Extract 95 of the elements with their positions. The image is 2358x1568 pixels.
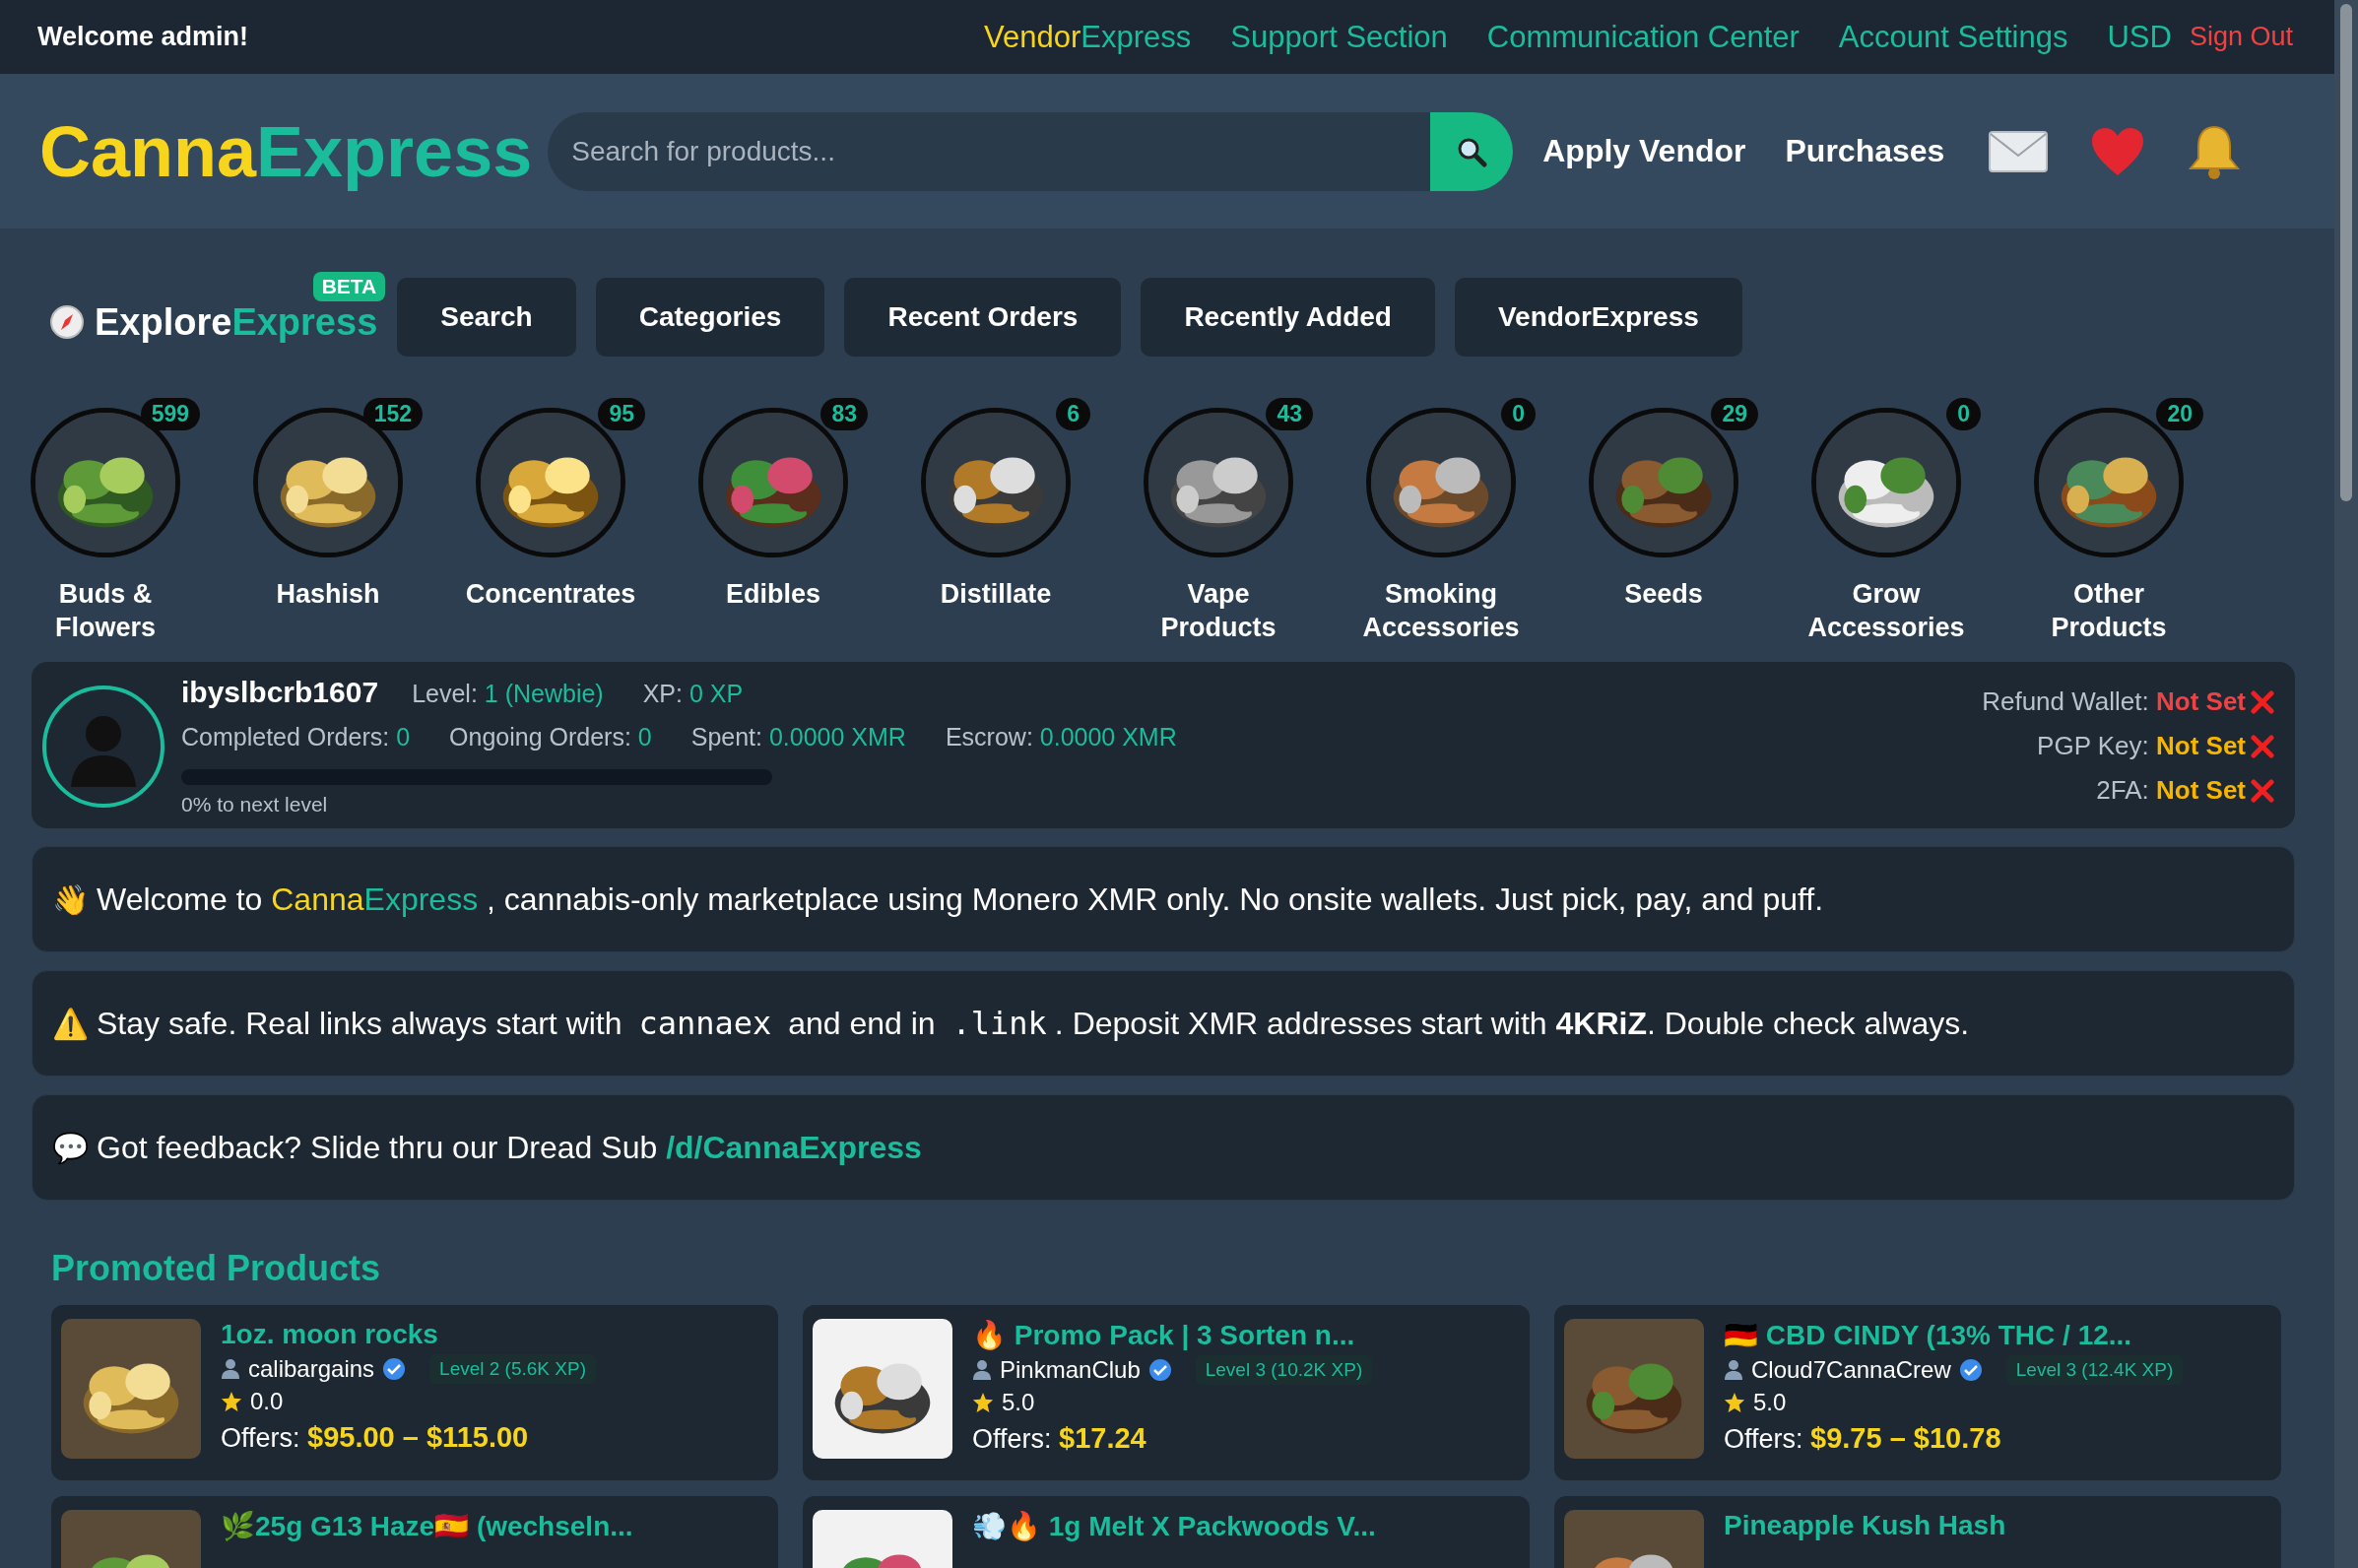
user-icon: [1724, 1359, 1743, 1381]
category-label[interactable]: Seeds: [1624, 577, 1703, 611]
security-status: 2FA: Not Set: [2096, 775, 2246, 806]
vendor-name[interactable]: calibargains: [248, 1355, 375, 1383]
profile-stat: Ongoing Orders: 0: [449, 723, 652, 751]
explore-button[interactable]: Categories: [595, 278, 825, 357]
category-label[interactable]: Buds & Flowers: [55, 577, 156, 644]
security-status: PGP Key: Not Set: [2037, 731, 2246, 761]
star-icon: [972, 1392, 994, 1413]
product-card[interactable]: 🇩🇪 CBD CINDY (13% THC / 12... Cloud7CannaCrew Level 3 (12.4K XP) 5.0 Offers: $9.75 – $10.78: [1554, 1305, 2281, 1480]
header-link[interactable]: Apply Vendor: [1542, 133, 1746, 169]
dread-link[interactable]: /d/CannaExpress: [666, 1129, 922, 1165]
count-badge: 0: [1501, 398, 1536, 430]
username: ibyslbcrb1607: [181, 676, 379, 709]
profile-stat: Completed Orders: 0: [181, 723, 411, 751]
notice-text: Got feedback? Slide thru our Dread Sub /d/CannaExpress: [97, 1129, 922, 1166]
progress-caption: 0% to next level: [181, 793, 329, 817]
compass-icon: [49, 304, 85, 340]
scrollbar-thumb[interactable]: [2340, 4, 2352, 501]
envelope-icon[interactable]: [1988, 129, 2050, 173]
user-icon: [972, 1359, 992, 1381]
product-title[interactable]: 🔥 Promo Pack | 3 Sorten n...: [972, 1319, 1373, 1351]
category-label[interactable]: Distillate: [940, 577, 1052, 611]
explore-button[interactable]: Recently Added: [1141, 278, 1435, 357]
notice-text: Welcome to CannaExpress , cannabis-only marketplace using Monero XMR only. No onsite wallets. Just pick, pay, and puff.: [97, 881, 1824, 918]
product-title[interactable]: 🇩🇪 CBD CINDY (13% THC / 12...: [1724, 1319, 2184, 1351]
explore-button[interactable]: Recent Orders: [844, 278, 1122, 357]
verified-icon: [1958, 1358, 1983, 1382]
product-card[interactable]: 🌿25g G13 Haze🇪🇸 (wechseln...: [51, 1496, 778, 1568]
count-badge: 83: [820, 398, 868, 430]
rating-value: 0.0: [250, 1388, 284, 1415]
verified-icon: [382, 1357, 407, 1381]
nav-link[interactable]: Communication Center: [1486, 19, 1800, 55]
product-title[interactable]: Pineapple Kush Hash: [1724, 1510, 2006, 1541]
profile-stat: Level: 1 (Newbie): [412, 680, 604, 708]
count-badge: 29: [1711, 398, 1758, 430]
offers-price: Offers: $17.24: [972, 1422, 1147, 1455]
security-status: Refund Wallet: Not Set: [1982, 686, 2246, 717]
category-label[interactable]: Other Products: [2051, 577, 2167, 644]
star-icon: [221, 1391, 242, 1412]
product-card[interactable]: 💨🔥 1g Melt X Packwoods V...: [803, 1496, 1530, 1568]
offers-price: Offers: $9.75 – $10.78: [1724, 1422, 2002, 1455]
category-label[interactable]: Hashish: [276, 577, 380, 611]
rating-value: 5.0: [1002, 1389, 1035, 1416]
search-button[interactable]: [1430, 111, 1514, 191]
vendor-name[interactable]: PinkmanClub: [1000, 1356, 1141, 1384]
emoji-icon: 💬: [52, 1130, 89, 1165]
count-badge: 152: [362, 398, 423, 430]
sign-out-link[interactable]: Sign Out: [2189, 22, 2293, 52]
count-badge: 0: [1946, 398, 1981, 430]
profile-stat: XP: 0 XP: [642, 680, 744, 708]
count-badge: 95: [598, 398, 645, 430]
level-badge: Level 2 (5.6K XP): [429, 1354, 596, 1384]
vendor-name[interactable]: Cloud7CannaCrew: [1751, 1356, 1951, 1384]
user-icon: [221, 1358, 240, 1380]
product-card[interactable]: 1oz. moon rocks calibargains Level 2 (5.6K XP) 0.0 Offers: $95.00 – $115.00: [51, 1305, 778, 1480]
category-label[interactable]: Edibles: [726, 577, 820, 611]
nav-link[interactable]: Account Settings: [1838, 19, 2068, 55]
profile-stat: Escrow: 0.0000 XMR: [945, 723, 1177, 751]
beta-badge: BETA: [312, 271, 386, 301]
verified-icon: [1147, 1358, 1172, 1382]
nav-link[interactable]: USD: [2107, 19, 2172, 55]
emoji-icon: 👋: [52, 882, 89, 917]
count-badge: 599: [140, 398, 200, 430]
profile-stat: Spent: 0.0000 XMR: [690, 723, 906, 751]
product-title[interactable]: 💨🔥 1g Melt X Packwoods V...: [972, 1510, 1376, 1542]
notice-text: Stay safe. Real links always start with cannaex and end in .link . Deposit XMR addresses start with 4KRiZ. Double check always.: [97, 1005, 1970, 1042]
count-badge: 20: [2156, 398, 2203, 430]
header-link[interactable]: Purchases: [1785, 133, 1945, 169]
product-card[interactable]: 🔥 Promo Pack | 3 Sorten n... PinkmanClub Level 3 (10.2K XP) 5.0 Offers: $17.24: [803, 1305, 1530, 1480]
level-badge: Level 3 (10.2K XP): [1195, 1355, 1373, 1385]
category-label[interactable]: Vape Products: [1160, 577, 1277, 644]
explore-express-title: ExploreExpress: [95, 300, 378, 344]
explore-button[interactable]: VendorExpress: [1454, 278, 1742, 357]
category-label[interactable]: Concentrates: [465, 577, 636, 611]
explore-button[interactable]: Search: [397, 278, 576, 357]
section-title: Promoted Products: [51, 1248, 382, 1289]
product-title[interactable]: 🌿25g G13 Haze🇪🇸 (wechseln...: [221, 1510, 633, 1542]
search-field[interactable]: Search for products...: [548, 111, 1431, 191]
product-card[interactable]: Pineapple Kush Hash: [1554, 1496, 2281, 1568]
star-icon: [1724, 1392, 1745, 1413]
rating-value: 5.0: [1753, 1389, 1787, 1416]
category-label[interactable]: Grow Accessories: [1807, 577, 1965, 644]
offers-price: Offers: $95.00 – $115.00: [221, 1421, 530, 1454]
nav-link[interactable]: Support Section: [1230, 19, 1448, 55]
welcome-text: Welcome admin!: [37, 22, 249, 52]
count-badge: 6: [1056, 398, 1090, 430]
count-badge: 43: [1266, 398, 1313, 430]
emoji-icon: ⚠: [52, 1006, 89, 1041]
level-badge: Level 3 (12.4K XP): [2005, 1355, 2184, 1385]
category-label[interactable]: Smoking Accessories: [1362, 577, 1520, 644]
product-title[interactable]: 1oz. moon rocks: [221, 1319, 596, 1350]
vendor-express-link[interactable]: VendorExpress: [983, 19, 1192, 55]
site-logo[interactable]: CannaExpress: [39, 110, 533, 192]
scrollbar[interactable]: [2334, 0, 2358, 1568]
